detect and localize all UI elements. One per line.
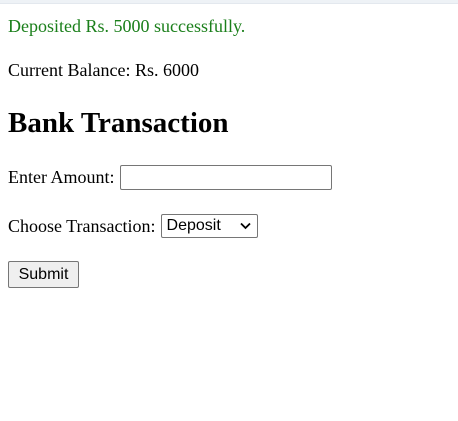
- transaction-selected-value: Deposit: [166, 217, 221, 234]
- amount-label: Enter Amount:: [8, 166, 115, 187]
- chevron-down-icon: [239, 222, 251, 230]
- status-message: Deposited Rs. 5000 successfully.: [8, 16, 246, 36]
- current-balance: Current Balance: Rs. 6000: [8, 60, 199, 80]
- amount-row: Enter Amount:: [8, 164, 332, 190]
- submit-button[interactable]: Submit: [8, 261, 79, 288]
- transaction-type-select[interactable]: Deposit: [160, 214, 258, 238]
- transaction-row: Choose Transaction: Deposit: [8, 214, 258, 238]
- page-title: Bank Transaction: [8, 107, 229, 139]
- amount-input[interactable]: [119, 164, 332, 190]
- transaction-label: Choose Transaction:: [8, 215, 156, 236]
- browser-top-strip: [0, 0, 458, 4]
